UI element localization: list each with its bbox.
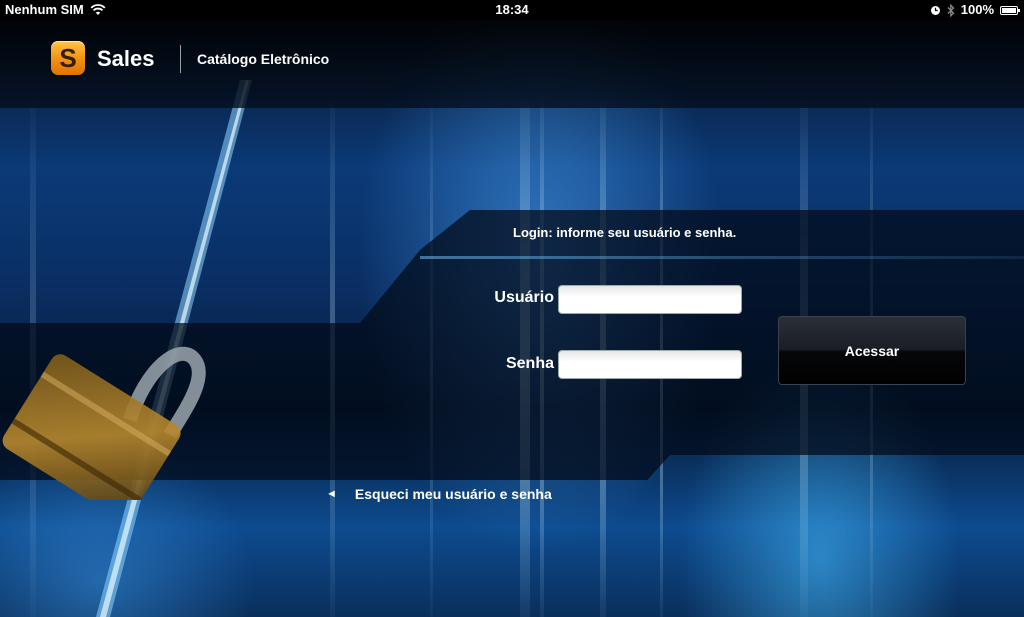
username-input[interactable]: [558, 285, 742, 314]
battery-icon: [1000, 5, 1020, 15]
app-screen: S Sales Catálogo Eletrônico Login: infor…: [0, 20, 1024, 617]
app-header: S Sales Catálogo Eletrônico: [0, 20, 1024, 108]
password-input[interactable]: [558, 350, 742, 379]
access-button[interactable]: Acessar: [778, 316, 966, 385]
app-logo-icon: S: [51, 41, 85, 75]
header-divider: [180, 45, 181, 73]
status-bar: Nenhum SIM 18:34 100%: [0, 0, 1024, 20]
padlock-icon: [2, 346, 206, 500]
username-label: Usuário: [494, 289, 554, 306]
forgot-credentials-link[interactable]: ◄ Esqueci meu usuário e senha: [326, 486, 552, 502]
status-right: 100%: [930, 0, 1020, 20]
alarm-icon: [930, 5, 940, 15]
bluetooth-icon: [947, 3, 955, 17]
login-panel-divider: [420, 256, 1024, 259]
app-subtitle: Catálogo Eletrônico: [197, 51, 330, 67]
forgot-credentials-label: Esqueci meu usuário e senha: [354, 486, 552, 502]
clock: 18:34: [495, 2, 529, 17]
password-label: Senha: [505, 355, 554, 372]
login-title: Login: informe seu usuário e senha.: [513, 225, 737, 240]
battery-percent: 100%: [960, 2, 994, 17]
app-name: Sales: [97, 46, 155, 71]
left-arrow-icon: ◄: [326, 488, 337, 500]
